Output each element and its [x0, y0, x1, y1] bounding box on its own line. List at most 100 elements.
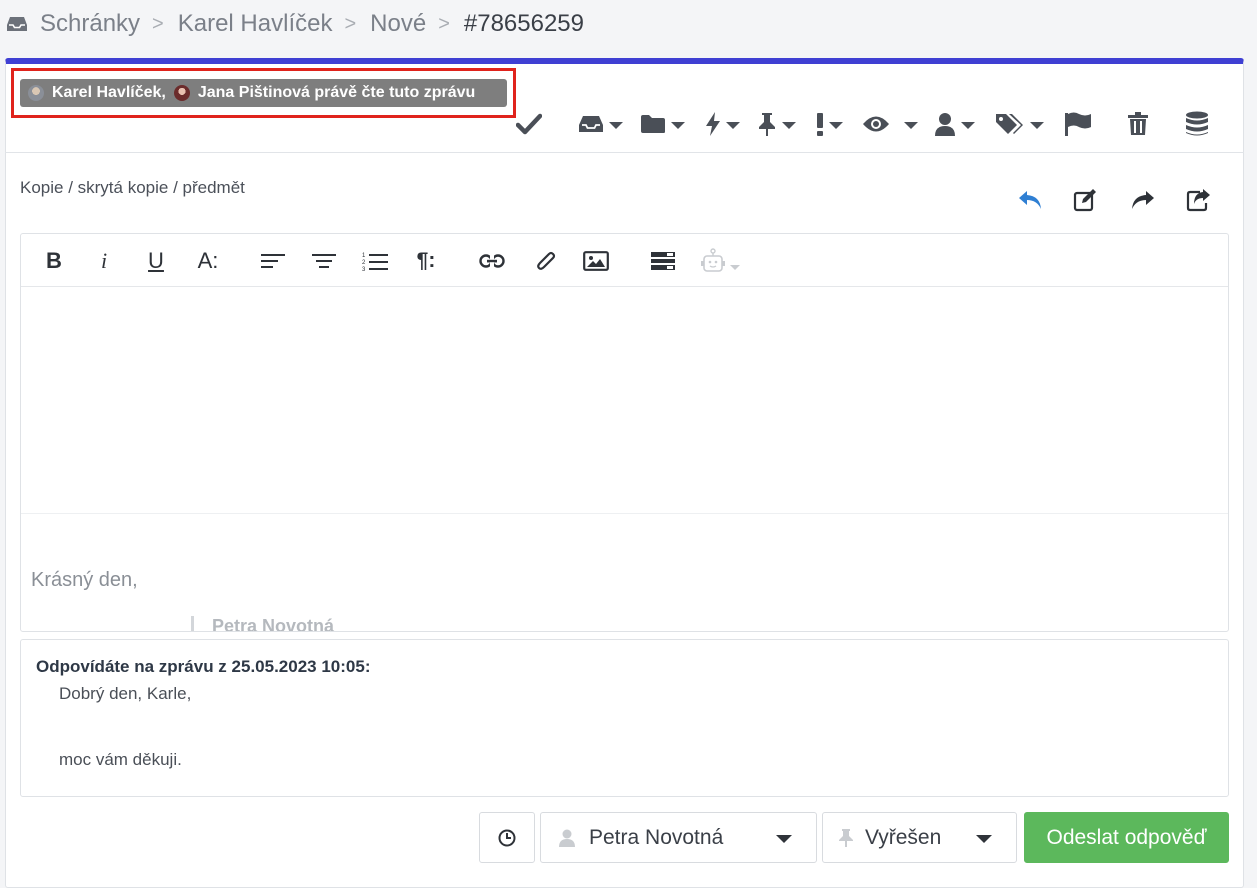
archive-button[interactable]: [1185, 104, 1209, 144]
move-folder-button[interactable]: [640, 104, 685, 144]
align-left-icon: [261, 254, 285, 268]
format-toolbar: B i U A: 123 ¶:: [21, 234, 1228, 287]
paperclip-icon: [537, 251, 556, 270]
signature-greeting: Krásný den,: [31, 569, 138, 591]
pin-icon: [759, 113, 775, 136]
note-button[interactable]: [1070, 184, 1102, 216]
priority-button[interactable]: [816, 104, 843, 144]
ticket-toolbar: [500, 104, 1240, 144]
chevron-down-icon: [1030, 121, 1044, 129]
chevron-down-icon: [776, 835, 792, 843]
forward-icon: [1132, 191, 1154, 209]
quoted-message-line: Dobrý den, Karle,: [59, 684, 192, 703]
bolt-icon: [706, 112, 720, 136]
breadcrumb-separator: >: [438, 12, 450, 35]
share-icon: [1186, 189, 1210, 212]
quoted-message: Odpovídáte na zprávu z 25.05.2023 10:05:…: [20, 639, 1229, 797]
exclamation-icon: [817, 113, 823, 136]
schedule-send-button[interactable]: [479, 812, 535, 863]
status-value: Vyřešen: [865, 825, 942, 849]
underline-button[interactable]: U: [140, 246, 172, 276]
italic-button[interactable]: i: [88, 246, 120, 276]
status-select[interactable]: Vyřešen: [822, 812, 1017, 863]
viewers-highlight: Karel Havlíček, Jana Pištinová právě čte…: [11, 68, 516, 118]
chevron-down-icon: [609, 121, 623, 129]
ai-assistant-button[interactable]: [695, 246, 745, 276]
avatar: [28, 85, 44, 101]
ticket-id: #78656259: [463, 10, 585, 37]
check-icon: [516, 113, 542, 135]
signature-name: Petra Novotná: [191, 616, 334, 631]
templates-button[interactable]: [647, 246, 679, 276]
delete-button[interactable]: [1127, 104, 1149, 144]
macro-button[interactable]: [705, 104, 740, 144]
breadcrumb-schranky[interactable]: Schránky: [40, 10, 140, 38]
chevron-down-icon: [782, 121, 796, 129]
chevron-down-icon: [829, 121, 843, 129]
edit-icon: [1073, 189, 1096, 212]
bold-button[interactable]: B: [38, 246, 70, 276]
tags-button[interactable]: [995, 104, 1044, 144]
viewer-status-text: Jana Pištinová právě čte tuto zprávu: [197, 84, 476, 101]
viewers-badge: Karel Havlíček, Jana Pištinová právě čte…: [20, 79, 507, 107]
assignee-select[interactable]: Petra Novotná: [540, 812, 817, 863]
chevron-down-icon: [729, 264, 740, 270]
forward-button[interactable]: [1127, 184, 1159, 216]
toolbar-divider: [5, 152, 1244, 153]
avatar: [173, 85, 190, 101]
trash-icon: [1128, 112, 1148, 135]
chevron-down-icon: [976, 835, 992, 843]
ordered-list-icon: 123: [362, 253, 388, 271]
share-button[interactable]: [1183, 184, 1215, 216]
assign-user-button[interactable]: [934, 104, 975, 144]
ordered-list-button[interactable]: 123: [359, 246, 391, 276]
align-center-icon: [312, 254, 336, 268]
eye-icon: [863, 116, 889, 132]
assignee-value: Petra Novotná: [589, 825, 724, 849]
breadcrumb-folder[interactable]: Nové: [370, 10, 426, 38]
message-body-input[interactable]: [21, 288, 1228, 512]
align-left-button[interactable]: [257, 246, 289, 276]
send-reply-button[interactable]: Odeslat odpověď: [1024, 812, 1229, 863]
pin-icon: [839, 828, 853, 847]
reply-button[interactable]: [1014, 184, 1046, 216]
flag-icon: [1065, 112, 1091, 136]
quoted-message-header: Odpovídáte na zprávu z 25.05.2023 10:05:: [36, 657, 371, 676]
robot-icon: [700, 248, 725, 272]
chevron-down-icon: [671, 121, 685, 129]
flag-button[interactable]: [1064, 104, 1092, 144]
cc-bcc-subject-toggle[interactable]: Kopie / skrytá kopie / předmět: [20, 178, 245, 198]
pin-button[interactable]: [757, 104, 796, 144]
user-icon: [935, 113, 955, 136]
align-center-button[interactable]: [308, 246, 340, 276]
svg-text:2: 2: [362, 260, 366, 266]
insert-link-button[interactable]: [476, 246, 508, 276]
font-size-button[interactable]: A:: [192, 246, 224, 276]
folder-icon: [641, 115, 665, 133]
attach-file-button[interactable]: [530, 246, 562, 276]
image-icon: [583, 251, 609, 271]
breadcrumb-separator: >: [152, 12, 164, 35]
signature-divider: [21, 513, 1228, 514]
inbox-icon: [7, 17, 27, 31]
svg-text:3: 3: [362, 267, 366, 271]
mark-done-button[interactable]: [516, 104, 542, 144]
reply-icon: [1019, 191, 1041, 209]
quoted-message-line: moc vám děkuji.: [59, 750, 182, 769]
clock-icon: [498, 829, 516, 846]
inbox-icon: [579, 116, 603, 132]
svg-text:1: 1: [362, 253, 366, 259]
reply-editor: B i U A: 123 ¶: Krásný den, Petra Novotn…: [20, 233, 1229, 632]
chevron-down-icon: [961, 121, 975, 129]
breadcrumb-mailbox[interactable]: Karel Havlíček: [178, 10, 333, 38]
chevron-down-icon: [904, 121, 918, 129]
breadcrumb-separator: >: [344, 12, 357, 35]
insert-image-button[interactable]: [580, 246, 612, 276]
paragraph-button[interactable]: ¶:: [410, 246, 442, 276]
move-mailbox-button[interactable]: [578, 104, 623, 144]
link-icon: [479, 254, 505, 268]
tags-icon: [996, 114, 1023, 134]
visibility-button[interactable]: [862, 104, 918, 144]
user-icon: [559, 829, 575, 847]
breadcrumb: Schránky > Karel Havlíček > Nové > #7865…: [6, 8, 584, 40]
